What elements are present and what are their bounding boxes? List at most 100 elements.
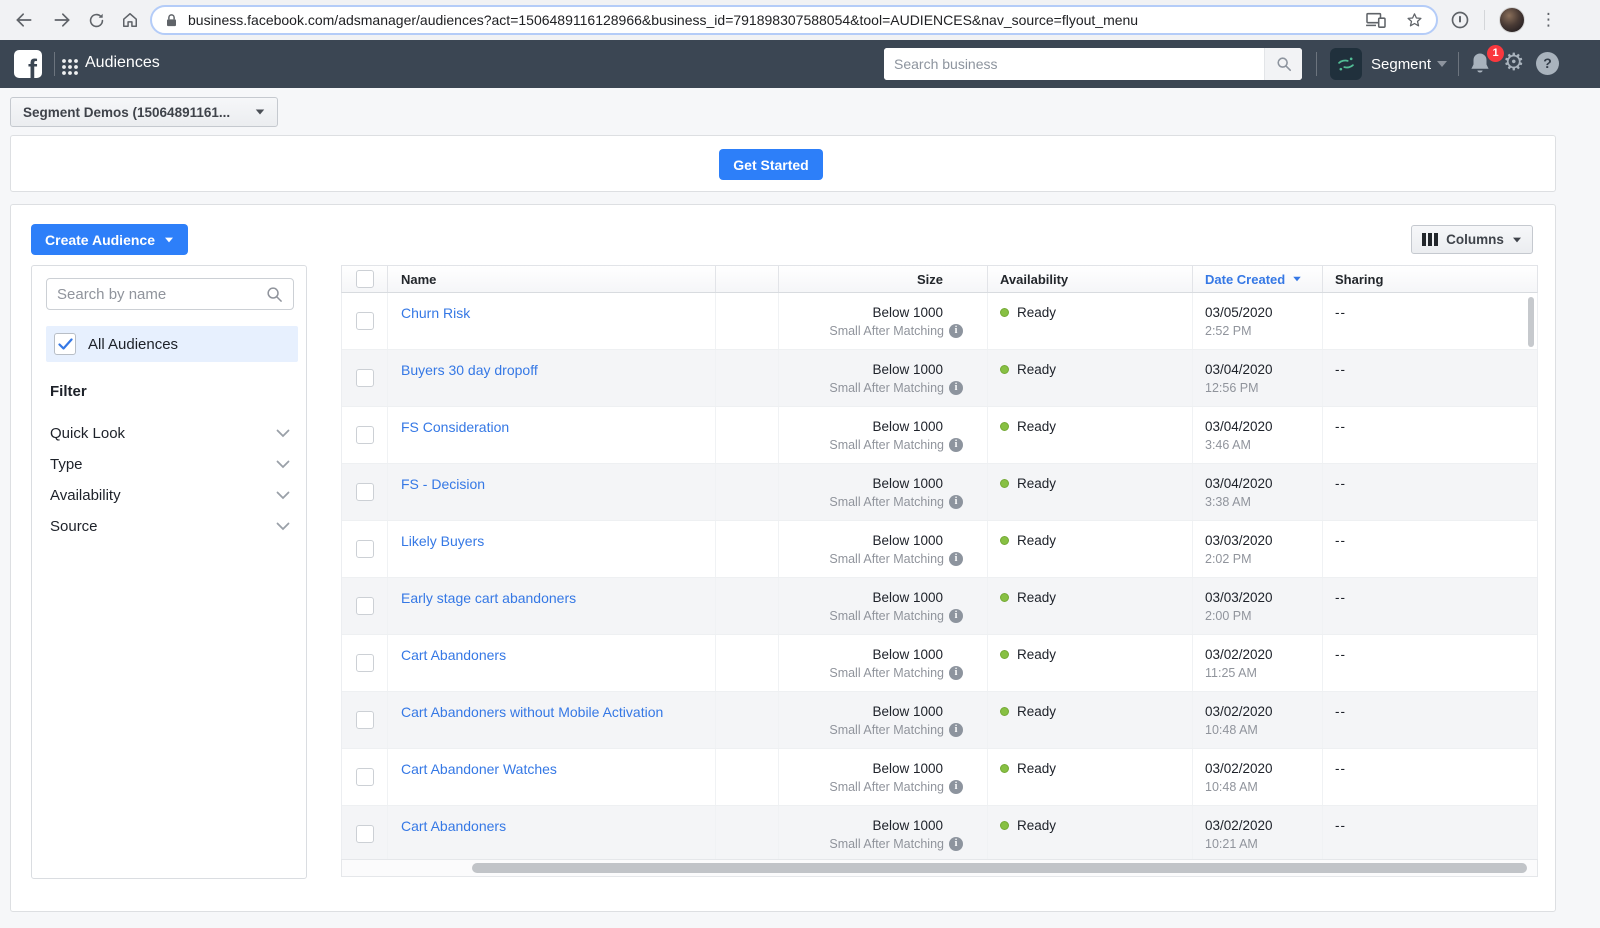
row-checkbox[interactable] (356, 426, 374, 444)
date-value: 03/04/2020 (1205, 362, 1322, 377)
bookmark-star-icon[interactable] (1405, 11, 1424, 30)
url-bar[interactable]: business.facebook.com/adsmanager/audienc… (150, 5, 1438, 35)
send-to-devices-icon[interactable] (1365, 11, 1387, 29)
table-row: Buyers 30 day dropoff Below 1000 Small A… (342, 350, 1537, 407)
business-search-input[interactable] (884, 48, 1264, 80)
audience-name-link[interactable]: Cart Abandoner Watches (401, 761, 557, 777)
audience-name-cell: Cart Abandoners (387, 635, 715, 691)
all-audiences-toggle[interactable]: All Audiences (46, 326, 298, 362)
size-value: Below 1000 (779, 419, 987, 434)
audience-name-link[interactable]: FS - Decision (401, 476, 485, 492)
filter-availability[interactable]: Availability (32, 480, 308, 511)
name-search-input[interactable] (57, 286, 266, 303)
availability-cell: Ready (987, 464, 1192, 520)
size-value: Below 1000 (779, 647, 987, 662)
row-checkbox[interactable] (356, 540, 374, 558)
row-checkbox[interactable] (356, 654, 374, 672)
status-dot-green (1000, 764, 1009, 773)
audience-name-link[interactable]: Churn Risk (401, 305, 470, 321)
settings-gear-icon[interactable]: ⚙ (1503, 49, 1525, 77)
size-note: Small After Matching i (779, 780, 987, 794)
status-dot-green (1000, 365, 1009, 374)
audience-name-link[interactable]: Cart Abandoners without Mobile Activatio… (401, 704, 663, 720)
row-checkbox[interactable] (356, 312, 374, 330)
search-button[interactable] (1264, 48, 1302, 80)
time-value: 11:25 AM (1205, 666, 1322, 680)
row-checkbox[interactable] (356, 369, 374, 387)
time-value: 2:52 PM (1205, 324, 1322, 338)
filter-type[interactable]: Type (32, 449, 308, 480)
header-sharing[interactable]: Sharing (1322, 266, 1537, 292)
columns-button[interactable]: Columns (1411, 225, 1533, 254)
header-name[interactable]: Name (387, 266, 715, 292)
status-dot-green (1000, 707, 1009, 716)
audience-name-link[interactable]: FS Consideration (401, 419, 509, 435)
horizontal-scrollbar-thumb[interactable] (472, 863, 1527, 873)
info-icon[interactable]: i (949, 609, 963, 623)
header-size[interactable]: Size (778, 266, 987, 292)
get-started-banner: Get Started (10, 135, 1556, 192)
forward-button[interactable] (50, 8, 74, 32)
table-header: Name Size Availability Date Created Shar… (341, 265, 1538, 293)
status-text: Ready (1017, 761, 1056, 776)
audience-name-link[interactable]: Buyers 30 day dropoff (401, 362, 538, 378)
header-date-created[interactable]: Date Created (1192, 266, 1322, 292)
row-checkbox-cell (342, 749, 387, 805)
row-checkbox[interactable] (356, 825, 374, 843)
date-value: 03/04/2020 (1205, 476, 1322, 491)
info-icon[interactable]: i (949, 837, 963, 851)
all-audiences-checkbox[interactable] (54, 333, 76, 355)
audience-name-cell: FS - Decision (387, 464, 715, 520)
info-icon[interactable]: i (949, 780, 963, 794)
size-note-text: Small After Matching (829, 780, 944, 794)
help-icon[interactable]: ? (1536, 52, 1559, 75)
audience-name-link[interactable]: Cart Abandoners (401, 818, 506, 834)
row-checkbox[interactable] (356, 483, 374, 501)
audience-name-cell: Churn Risk (387, 293, 715, 349)
table-body: Churn Risk Below 1000 Small After Matchi… (341, 293, 1538, 859)
apps-grid-icon[interactable] (58, 55, 82, 79)
empty-cell (715, 806, 778, 859)
header-availability[interactable]: Availability (987, 266, 1192, 292)
chevron-down-icon (276, 429, 290, 438)
size-value: Below 1000 (779, 761, 987, 776)
facebook-logo[interactable]: f (14, 50, 42, 78)
get-started-button[interactable]: Get Started (719, 149, 823, 180)
info-icon[interactable]: i (949, 723, 963, 737)
chevron-down-icon (256, 109, 265, 114)
vertical-scrollbar-thumb[interactable] (1528, 297, 1534, 347)
sharing-cell: -- (1322, 749, 1537, 805)
sort-desc-icon (1293, 277, 1301, 282)
info-icon[interactable]: i (949, 324, 963, 338)
chevron-down-icon (276, 491, 290, 500)
reload-button[interactable] (84, 8, 108, 32)
browser-menu-icon[interactable]: ⋮ (1540, 8, 1557, 32)
row-checkbox[interactable] (356, 711, 374, 729)
date-value: 03/03/2020 (1205, 533, 1322, 548)
ad-account-selector[interactable]: Segment Demos (15064891161... (10, 97, 278, 127)
audiences-panel: Create Audience Columns All Audiences Fi… (10, 204, 1556, 912)
browser-profile-avatar[interactable] (1499, 7, 1525, 33)
info-icon[interactable]: i (949, 381, 963, 395)
info-icon[interactable]: i (949, 495, 963, 509)
row-checkbox-cell (342, 692, 387, 748)
horizontal-scrollbar-track[interactable] (341, 859, 1538, 877)
row-checkbox[interactable] (356, 597, 374, 615)
filter-quick-look[interactable]: Quick Look (32, 418, 308, 449)
info-icon[interactable]: i (949, 666, 963, 680)
extension-icon[interactable] (1448, 8, 1472, 32)
info-icon[interactable]: i (949, 552, 963, 566)
audience-name-link[interactable]: Early stage cart abandoners (401, 590, 576, 606)
home-button[interactable] (118, 8, 142, 32)
segment-logo[interactable] (1330, 48, 1362, 80)
select-all-checkbox[interactable] (356, 270, 374, 288)
info-icon[interactable]: i (949, 438, 963, 452)
business-account-name[interactable]: Segment (1371, 56, 1431, 73)
chevron-down-icon[interactable] (1437, 61, 1447, 67)
audience-name-link[interactable]: Likely Buyers (401, 533, 484, 549)
create-audience-button[interactable]: Create Audience (31, 224, 188, 255)
audience-name-link[interactable]: Cart Abandoners (401, 647, 506, 663)
row-checkbox[interactable] (356, 768, 374, 786)
filter-source[interactable]: Source (32, 511, 308, 542)
back-button[interactable] (12, 8, 36, 32)
